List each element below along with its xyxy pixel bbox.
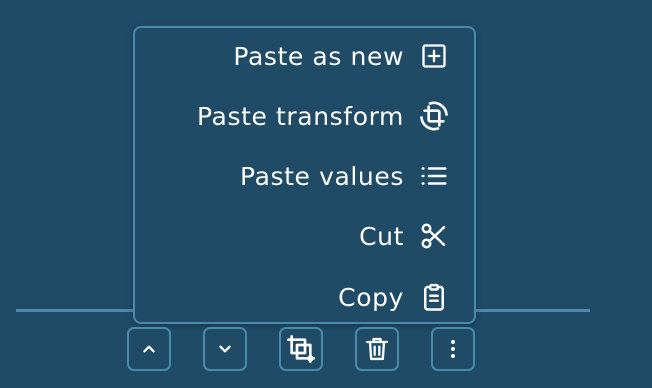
list-icon [418, 160, 450, 192]
menu-item-label: Paste as new [233, 41, 404, 71]
trash-icon [363, 335, 391, 363]
menu-item-paste-as-new[interactable]: Paste as new [233, 36, 450, 76]
crop-rotate-icon [418, 100, 450, 132]
plus-square-icon [418, 40, 450, 72]
menu-item-label: Paste transform [197, 101, 404, 131]
scissors-icon [418, 220, 450, 252]
clipboard-icon [418, 281, 450, 313]
menu-item-paste-transform[interactable]: Paste transform [197, 96, 450, 136]
chevron-down-icon [214, 338, 236, 360]
menu-item-label: Cut [359, 221, 404, 251]
move-down-button[interactable] [203, 327, 247, 371]
more-vertical-icon [441, 337, 465, 361]
transform-button[interactable] [279, 327, 323, 371]
chevron-up-icon [138, 338, 160, 360]
delete-button[interactable] [355, 327, 399, 371]
menu-item-paste-values[interactable]: Paste values [240, 156, 450, 196]
context-menu: Paste as new Paste transform Paste value… [133, 26, 476, 324]
menu-item-cut[interactable]: Cut [359, 216, 450, 256]
transform-icon [285, 333, 317, 365]
more-options-button[interactable] [431, 327, 475, 371]
move-up-button[interactable] [127, 327, 171, 371]
menu-item-copy[interactable]: Copy [338, 277, 450, 317]
menu-item-label: Copy [338, 282, 404, 312]
menu-item-label: Paste values [240, 161, 404, 191]
